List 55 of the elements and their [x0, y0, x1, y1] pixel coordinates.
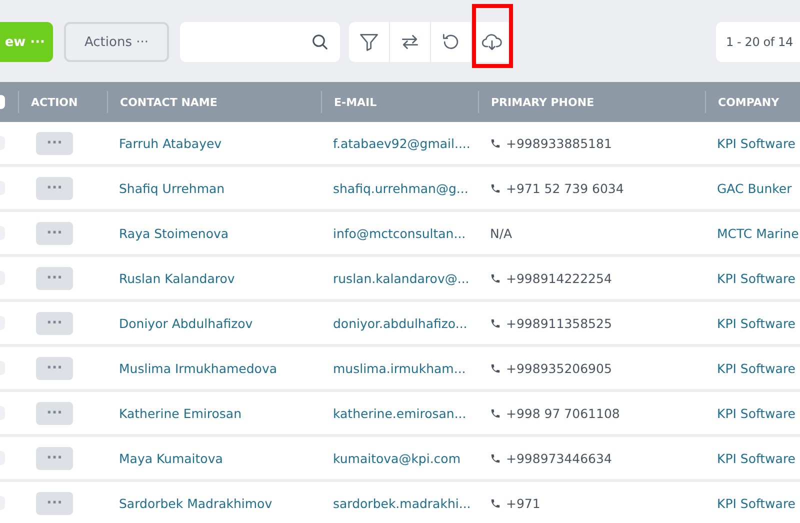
phone-icon — [490, 138, 501, 148]
company-link[interactable]: KPI Software — [717, 270, 796, 286]
company-link[interactable]: KPI Software — [717, 406, 796, 420]
pagination-label: 1 - 20 of 14 — [716, 22, 800, 62]
column-header: PRIMARY PHONE — [491, 96, 594, 108]
email-link[interactable]: ruslan.kalandarov@... — [333, 270, 470, 286]
contact-name-link[interactable]: Maya Kumaitova — [119, 450, 223, 466]
cloud-download-icon[interactable] — [481, 31, 503, 53]
email-link[interactable]: kumaitova@kpi.com — [333, 450, 461, 466]
email-link[interactable]: muslima.irmukham... — [333, 360, 466, 376]
company-link[interactable]: KPI Software — [717, 496, 796, 510]
contact-name-link[interactable]: Ruslan Kalandarov — [119, 270, 235, 286]
phone-text: +998935206905 — [506, 360, 612, 376]
phone-icon — [490, 498, 501, 508]
phone-text: +998911358525 — [506, 316, 612, 330]
email-link[interactable]: katherine.emirosan... — [333, 406, 466, 420]
phone-text: +998914222254 — [506, 270, 612, 286]
company-link[interactable]: KPI Software — [717, 136, 796, 150]
phone-icon — [490, 362, 501, 374]
contact-name-link[interactable]: Doniyor Abdulhafizov — [119, 316, 253, 330]
contact-name-link[interactable]: Katherine Emirosan — [119, 406, 242, 420]
contact-name-link[interactable]: Muslima Irmukhamedova — [119, 360, 278, 376]
column-header: CONTACT NAME — [120, 96, 218, 108]
phone-text: +971 52 739 6034 — [506, 180, 624, 196]
email-link[interactable]: info@mctconsultan... — [333, 226, 466, 240]
email-link[interactable]: sardorbek.madrakhi... — [333, 496, 471, 510]
phone-icon — [490, 272, 501, 284]
company-link[interactable]: KPI Software — [717, 316, 796, 330]
search-field[interactable] — [180, 22, 340, 62]
email-link[interactable]: doniyor.abdulhafizo... — [333, 316, 468, 330]
email-link[interactable]: f.atabaev92@gmail.... — [333, 136, 470, 150]
phone-text: +998973446634 — [506, 450, 612, 466]
phone-text: +998 97 7061108 — [506, 406, 620, 420]
phone-icon — [490, 408, 501, 418]
phone-icon — [490, 182, 501, 194]
company-link[interactable]: GAC Bunker — [717, 180, 792, 196]
search-icon[interactable] — [310, 32, 330, 52]
phone-text: +971 — [506, 496, 540, 510]
phone-text: N/A — [490, 226, 512, 240]
email-link[interactable]: shafiq.urrehman@g... — [333, 180, 468, 196]
column-header: ACTION — [31, 96, 78, 108]
company-link[interactable]: KPI Software — [717, 450, 796, 466]
filter-icon[interactable] — [358, 31, 380, 53]
contact-name-link[interactable]: Raya Stoimenova — [119, 226, 229, 240]
column-header: E-MAIL — [334, 96, 377, 108]
phone-text: +998933885181 — [506, 136, 612, 150]
company-link[interactable]: MCTC Marine — [717, 226, 799, 240]
contact-name-link[interactable]: Sardorbek Madrakhimov — [119, 496, 272, 510]
actions-button[interactable]: Actions ··· — [64, 22, 169, 62]
phone-icon — [490, 452, 501, 464]
column-header: COMPANY — [718, 96, 780, 108]
company-link[interactable]: KPI Software — [717, 360, 796, 376]
contact-name-link[interactable]: Shafiq Urrehman — [119, 180, 225, 196]
contact-name-link[interactable]: Farruh Atabayev — [119, 136, 222, 150]
phone-icon — [490, 318, 501, 328]
